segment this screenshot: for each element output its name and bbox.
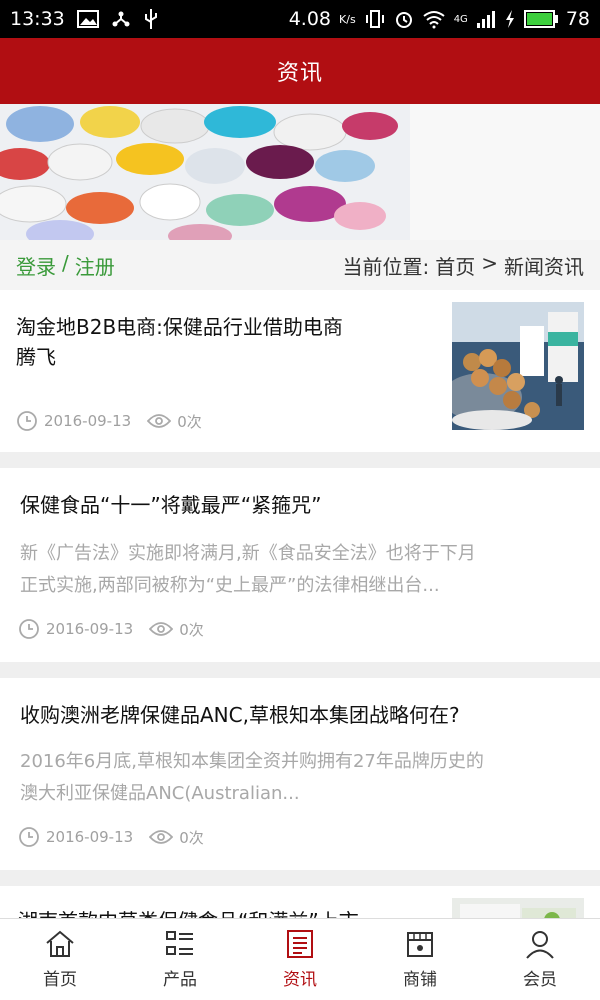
tab-news[interactable]: 资讯 xyxy=(240,919,360,1000)
news-title-line: 腾飞 xyxy=(16,345,56,369)
app-header: 资讯 xyxy=(0,38,600,104)
home-icon xyxy=(46,930,74,957)
news-title-line: 淘金地B2B电商:保健品行业借助电商 xyxy=(16,315,343,339)
user-icon xyxy=(526,931,554,959)
news-views: 0次 xyxy=(177,412,202,431)
news-thumbnail[interactable] xyxy=(452,898,584,918)
bottom-tab-bar: 首页 产品 资讯 商铺 会员 xyxy=(0,918,600,1000)
eye-icon xyxy=(147,414,172,428)
auth-links: 登录 / 注册 xyxy=(16,251,115,280)
tab-home[interactable]: 首页 xyxy=(0,919,120,1000)
pills-banner-image xyxy=(0,104,600,240)
news-summary-line: 新《广告法》实施即将满月,新《食品安全法》也将于下月 xyxy=(20,543,476,564)
news-list: 淘金地B2B电商:保健品行业借助电商 腾飞 2016-09-13 0次 保健食品… xyxy=(0,290,600,918)
news-meta: 2016-09-13 0次 xyxy=(18,618,220,640)
tab-stores[interactable]: 商铺 xyxy=(360,919,480,1000)
news-thumbnail[interactable] xyxy=(452,302,584,430)
breadcrumb-bar: 登录 / 注册 当前位置: 首页 > 新闻资讯 xyxy=(0,240,600,290)
pills-banner xyxy=(0,104,600,240)
news-item[interactable]: 收购澳洲老牌保健品ANC,草根知本集团战略何在? 2016年6月底,草根知本集团… xyxy=(0,678,600,870)
vibrate-icon xyxy=(365,10,384,28)
eye-icon xyxy=(149,622,174,636)
page-title: 资讯 xyxy=(276,61,323,86)
status-time: 13:33 xyxy=(10,8,65,30)
breadcrumb-current: 新闻资讯 xyxy=(504,254,584,279)
store-icon xyxy=(407,932,433,957)
image-notification-icon xyxy=(76,10,99,28)
tab-member[interactable]: 会员 xyxy=(480,919,600,1000)
clock-icon xyxy=(19,827,39,847)
alarm-icon xyxy=(395,12,412,28)
battery-level: 78 xyxy=(565,8,590,30)
tab-label: 资讯 xyxy=(283,970,317,990)
news-title[interactable]: 湖南首款中草类保健食品“和满益”上市 xyxy=(18,906,428,918)
news-date: 2016-09-13 xyxy=(46,620,134,638)
news-meta: 2016-09-13 0次 xyxy=(18,826,220,848)
signal-icon xyxy=(476,11,495,28)
news-views: 0次 xyxy=(179,828,204,847)
news-views: 0次 xyxy=(179,620,204,639)
news-summary: 2016年6月底,草根知本集团全资并购拥有27年品牌历史的 澳大利亚保健品ANC… xyxy=(20,746,580,810)
network-speed: 4.08 xyxy=(288,8,332,30)
usb-icon xyxy=(144,9,157,29)
news-title[interactable]: 淘金地B2B电商:保健品行业借助电商 腾飞 xyxy=(16,312,426,372)
news-item[interactable]: 淘金地B2B电商:保健品行业借助电商 腾飞 2016-09-13 0次 xyxy=(0,290,600,452)
news-item[interactable]: 湖南首款中草类保健食品“和满益”上市 xyxy=(0,886,600,918)
news-summary-line: 澳大利亚保健品ANC(Australian... xyxy=(20,783,300,804)
news-meta: 2016-09-13 0次 xyxy=(16,410,218,432)
status-bar: 13:33 4.08 K/s 4G 78 xyxy=(0,0,600,38)
list-icon xyxy=(166,931,193,955)
eye-icon xyxy=(149,830,174,844)
news-summary-line: 正式实施,两部同被称为“史上最严”的法律相继出台... xyxy=(20,575,440,596)
network-speed-unit: K/s xyxy=(339,12,356,26)
news-title[interactable]: 保健食品“十一”将戴最严“紧箍咒” xyxy=(20,490,580,520)
breadcrumb-arrow: > xyxy=(481,250,498,275)
news-summary: 新《广告法》实施即将满月,新《食品安全法》也将于下月 正式实施,两部同被称为“史… xyxy=(20,538,580,602)
news-date: 2016-09-13 xyxy=(44,412,132,430)
tab-label: 会员 xyxy=(523,970,557,990)
login-link[interactable]: 登录 xyxy=(16,251,56,280)
breadcrumb: 当前位置: 首页 > 新闻资讯 xyxy=(342,251,584,280)
news-item[interactable]: 保健食品“十一”将戴最严“紧箍咒” 新《广告法》实施即将满月,新《食品安全法》也… xyxy=(0,468,600,662)
tab-products[interactable]: 产品 xyxy=(120,919,240,1000)
clock-icon xyxy=(17,411,37,431)
charging-icon xyxy=(505,10,514,28)
network-type: 4G xyxy=(453,13,468,25)
breadcrumb-home[interactable]: 首页 xyxy=(435,251,475,280)
auth-separator: / xyxy=(62,250,69,275)
tab-label: 商铺 xyxy=(403,970,437,990)
battery-icon xyxy=(523,10,558,28)
news-icon xyxy=(287,930,313,958)
news-title[interactable]: 收购澳洲老牌保健品ANC,草根知本集团战略何在? xyxy=(20,700,580,730)
clock-icon xyxy=(19,619,39,639)
tab-label: 首页 xyxy=(43,970,77,990)
tab-label: 产品 xyxy=(163,970,197,990)
news-date: 2016-09-13 xyxy=(46,828,134,846)
share-notification-icon xyxy=(112,11,130,27)
breadcrumb-prefix: 当前位置: xyxy=(342,254,430,279)
news-summary-line: 2016年6月底,草根知本集团全资并购拥有27年品牌历史的 xyxy=(20,751,484,772)
register-link[interactable]: 注册 xyxy=(75,251,115,280)
wifi-icon xyxy=(423,11,445,29)
